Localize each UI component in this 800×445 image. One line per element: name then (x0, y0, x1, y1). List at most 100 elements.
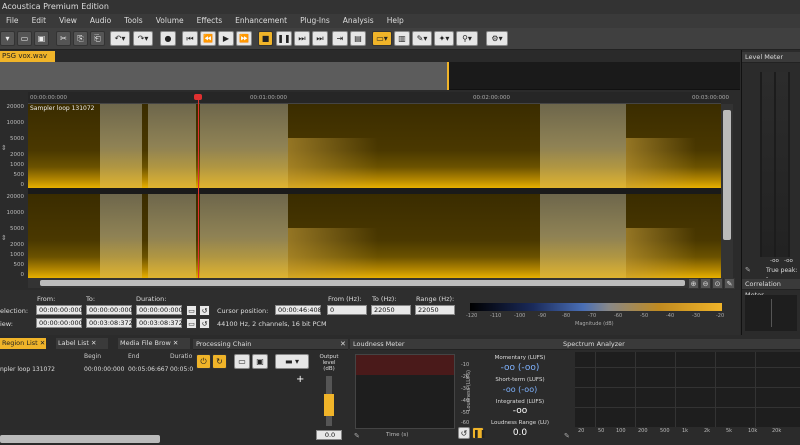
view-from-field[interactable]: 00:00:00:000 (36, 318, 83, 328)
correlation-meter-display (745, 295, 797, 331)
selection-from-field[interactable]: 00:00:00:000 (36, 305, 83, 315)
menu-volume[interactable]: Volume (150, 14, 191, 28)
zoom-in-icon[interactable]: ⊕ (688, 278, 699, 289)
redo-icon[interactable]: ↷▾ (133, 31, 153, 46)
settings-tool-icon[interactable]: ⚙▾ (486, 31, 508, 46)
playback-cursor[interactable] (198, 95, 199, 278)
close-icon[interactable]: ✕ (340, 340, 346, 348)
tab-media-file-browser[interactable]: Media File Brow ✕ (118, 338, 190, 349)
table-row[interactable]: npler loop 131072 00:00:00:000 00:05:06:… (0, 366, 193, 376)
zoom-tools: ⊕ ⊖ ⊙ ✎ (688, 278, 736, 290)
spectrogram-channel-left[interactable]: Sampler loop 131072 (28, 104, 721, 188)
channel-arrows-icon[interactable]: ⇕ (1, 144, 7, 152)
spectrum-tick: 20k (772, 428, 782, 434)
add-icon[interactable]: + (296, 374, 304, 385)
view-all-icon[interactable]: ▭ (186, 318, 197, 329)
menu-file[interactable]: File (0, 14, 26, 28)
view-duration-field[interactable]: 00:03:08:372 (136, 318, 183, 328)
snap-icon[interactable]: ▤ (350, 31, 366, 46)
loudness-settings-icon[interactable]: ✎ (354, 432, 360, 440)
column-begin[interactable]: Begin (84, 353, 101, 360)
zoom-tool-icon[interactable]: ⚲▾ (456, 31, 478, 46)
menu-plugins[interactable]: Plug-Ins (294, 14, 337, 28)
freq-label: 500 (13, 262, 25, 268)
spectral-view-icon[interactable]: ▥ (394, 31, 410, 46)
tab-label-list[interactable]: Label List ✕ (56, 338, 108, 349)
output-level-field[interactable]: 0.0 (316, 430, 342, 440)
power-icon[interactable]: ⏻ (196, 354, 211, 369)
pause-loudness-icon[interactable]: ❚❚ (472, 427, 486, 439)
region-list-scrollbar[interactable] (0, 435, 160, 443)
cursor-position-field[interactable]: 00:00:46:408 (275, 305, 322, 315)
file-tab[interactable]: PSG vox.wav (0, 51, 55, 62)
menu-edit[interactable]: Edit (26, 14, 54, 28)
freq-from-field[interactable]: 0 (327, 305, 367, 315)
follow-cursor-icon[interactable]: ⇥ (332, 31, 348, 46)
overview-selection[interactable] (0, 62, 448, 90)
menu-analysis[interactable]: Analysis (337, 14, 381, 28)
go-to-start-icon[interactable]: ⏮ (182, 31, 198, 46)
magnitude-tick: -90 (538, 313, 547, 319)
freq-label: 20000 (6, 104, 25, 110)
select-tool-icon[interactable]: ▭▾ (372, 31, 392, 46)
select-all-icon[interactable]: ▭ (186, 305, 197, 316)
brush-tool-icon[interactable]: ✎▾ (412, 31, 432, 46)
view-to-field[interactable]: 00:03:08:372 (86, 318, 133, 328)
magnitude-tick: -20 (716, 313, 725, 319)
new-file-icon[interactable]: ▾ (0, 31, 15, 46)
zoom-out-icon[interactable]: ⊖ (700, 278, 711, 289)
freq-to-field[interactable]: 22050 (371, 305, 411, 315)
play-icon[interactable]: ▶ (218, 31, 234, 46)
close-icon[interactable]: ✕ (91, 339, 96, 347)
horizontal-scroll-thumb[interactable] (40, 280, 685, 286)
fast-forward-icon[interactable]: ⏩ (236, 31, 252, 46)
rewind-icon[interactable]: ⏪ (200, 31, 216, 46)
time-ruler[interactable]: 00:00:00:000 00:01:00:000 00:02:00:000 0… (28, 92, 729, 104)
reset-view-icon[interactable]: ↺ (199, 318, 210, 329)
wrench-icon[interactable]: ✎ (724, 278, 735, 289)
spectrum-settings-icon[interactable]: ✎ (564, 432, 570, 440)
close-icon[interactable]: ✕ (40, 339, 45, 347)
menu-audio[interactable]: Audio (84, 14, 118, 28)
copy-icon[interactable]: ⎘ (73, 31, 88, 46)
reset-selection-icon[interactable]: ↺ (199, 305, 210, 316)
pause-icon[interactable]: ❚❚ (276, 31, 292, 46)
vertical-scroll-thumb[interactable] (723, 110, 731, 240)
reset-loudness-icon[interactable]: ↺ (458, 427, 470, 439)
stop-icon[interactable]: ■ (258, 31, 273, 46)
save-icon[interactable]: ▣ (34, 31, 49, 46)
cut-icon[interactable]: ✂ (56, 31, 71, 46)
record-icon[interactable]: ● (160, 31, 176, 46)
menu-tools[interactable]: Tools (118, 14, 149, 28)
column-duration[interactable]: Duratio (170, 353, 192, 360)
paste-icon[interactable]: ⎗ (90, 31, 105, 46)
open-preset-icon[interactable]: ▭ (234, 354, 250, 369)
loop-icon[interactable]: ⏭ (294, 31, 310, 46)
open-folder-icon[interactable]: ▭ (17, 31, 32, 46)
playback-cursor-handle[interactable] (194, 94, 202, 100)
tab-region-list[interactable]: Region List ✕ (0, 338, 46, 349)
freq-range-field[interactable]: 22050 (415, 305, 455, 315)
zoom-fit-icon[interactable]: ⊙ (712, 278, 723, 289)
go-to-end-icon[interactable]: ⏭ (312, 31, 328, 46)
signal-burst (100, 104, 142, 188)
menu-help[interactable]: Help (381, 14, 411, 28)
save-preset-icon[interactable]: ▣ (252, 354, 268, 369)
signal-burst (148, 194, 196, 278)
close-icon[interactable]: ✕ (173, 339, 178, 347)
selection-to-field[interactable]: 00:00:00:000 (86, 305, 133, 315)
undo-icon[interactable]: ↶▾ (110, 31, 130, 46)
refresh-icon[interactable]: ↻ (212, 354, 227, 369)
menu-view[interactable]: View (53, 14, 84, 28)
menu-enhancement[interactable]: Enhancement (229, 14, 294, 28)
output-level-slider[interactable] (324, 376, 334, 426)
magnitude-tick: -40 (666, 313, 675, 319)
level-meter-settings-icon[interactable]: ✎ (745, 266, 751, 274)
magic-wand-icon[interactable]: ✦▾ (434, 31, 454, 46)
selection-duration-field[interactable]: 00:00:00:000 (136, 305, 183, 315)
menu-effects[interactable]: Effects (191, 14, 230, 28)
channel-arrows-icon[interactable]: ⇕ (1, 234, 7, 242)
spectrogram-channel-right[interactable] (28, 194, 721, 278)
column-end[interactable]: End (128, 353, 139, 360)
add-effect-dropdown[interactable]: ▬ ▾ (275, 354, 309, 369)
